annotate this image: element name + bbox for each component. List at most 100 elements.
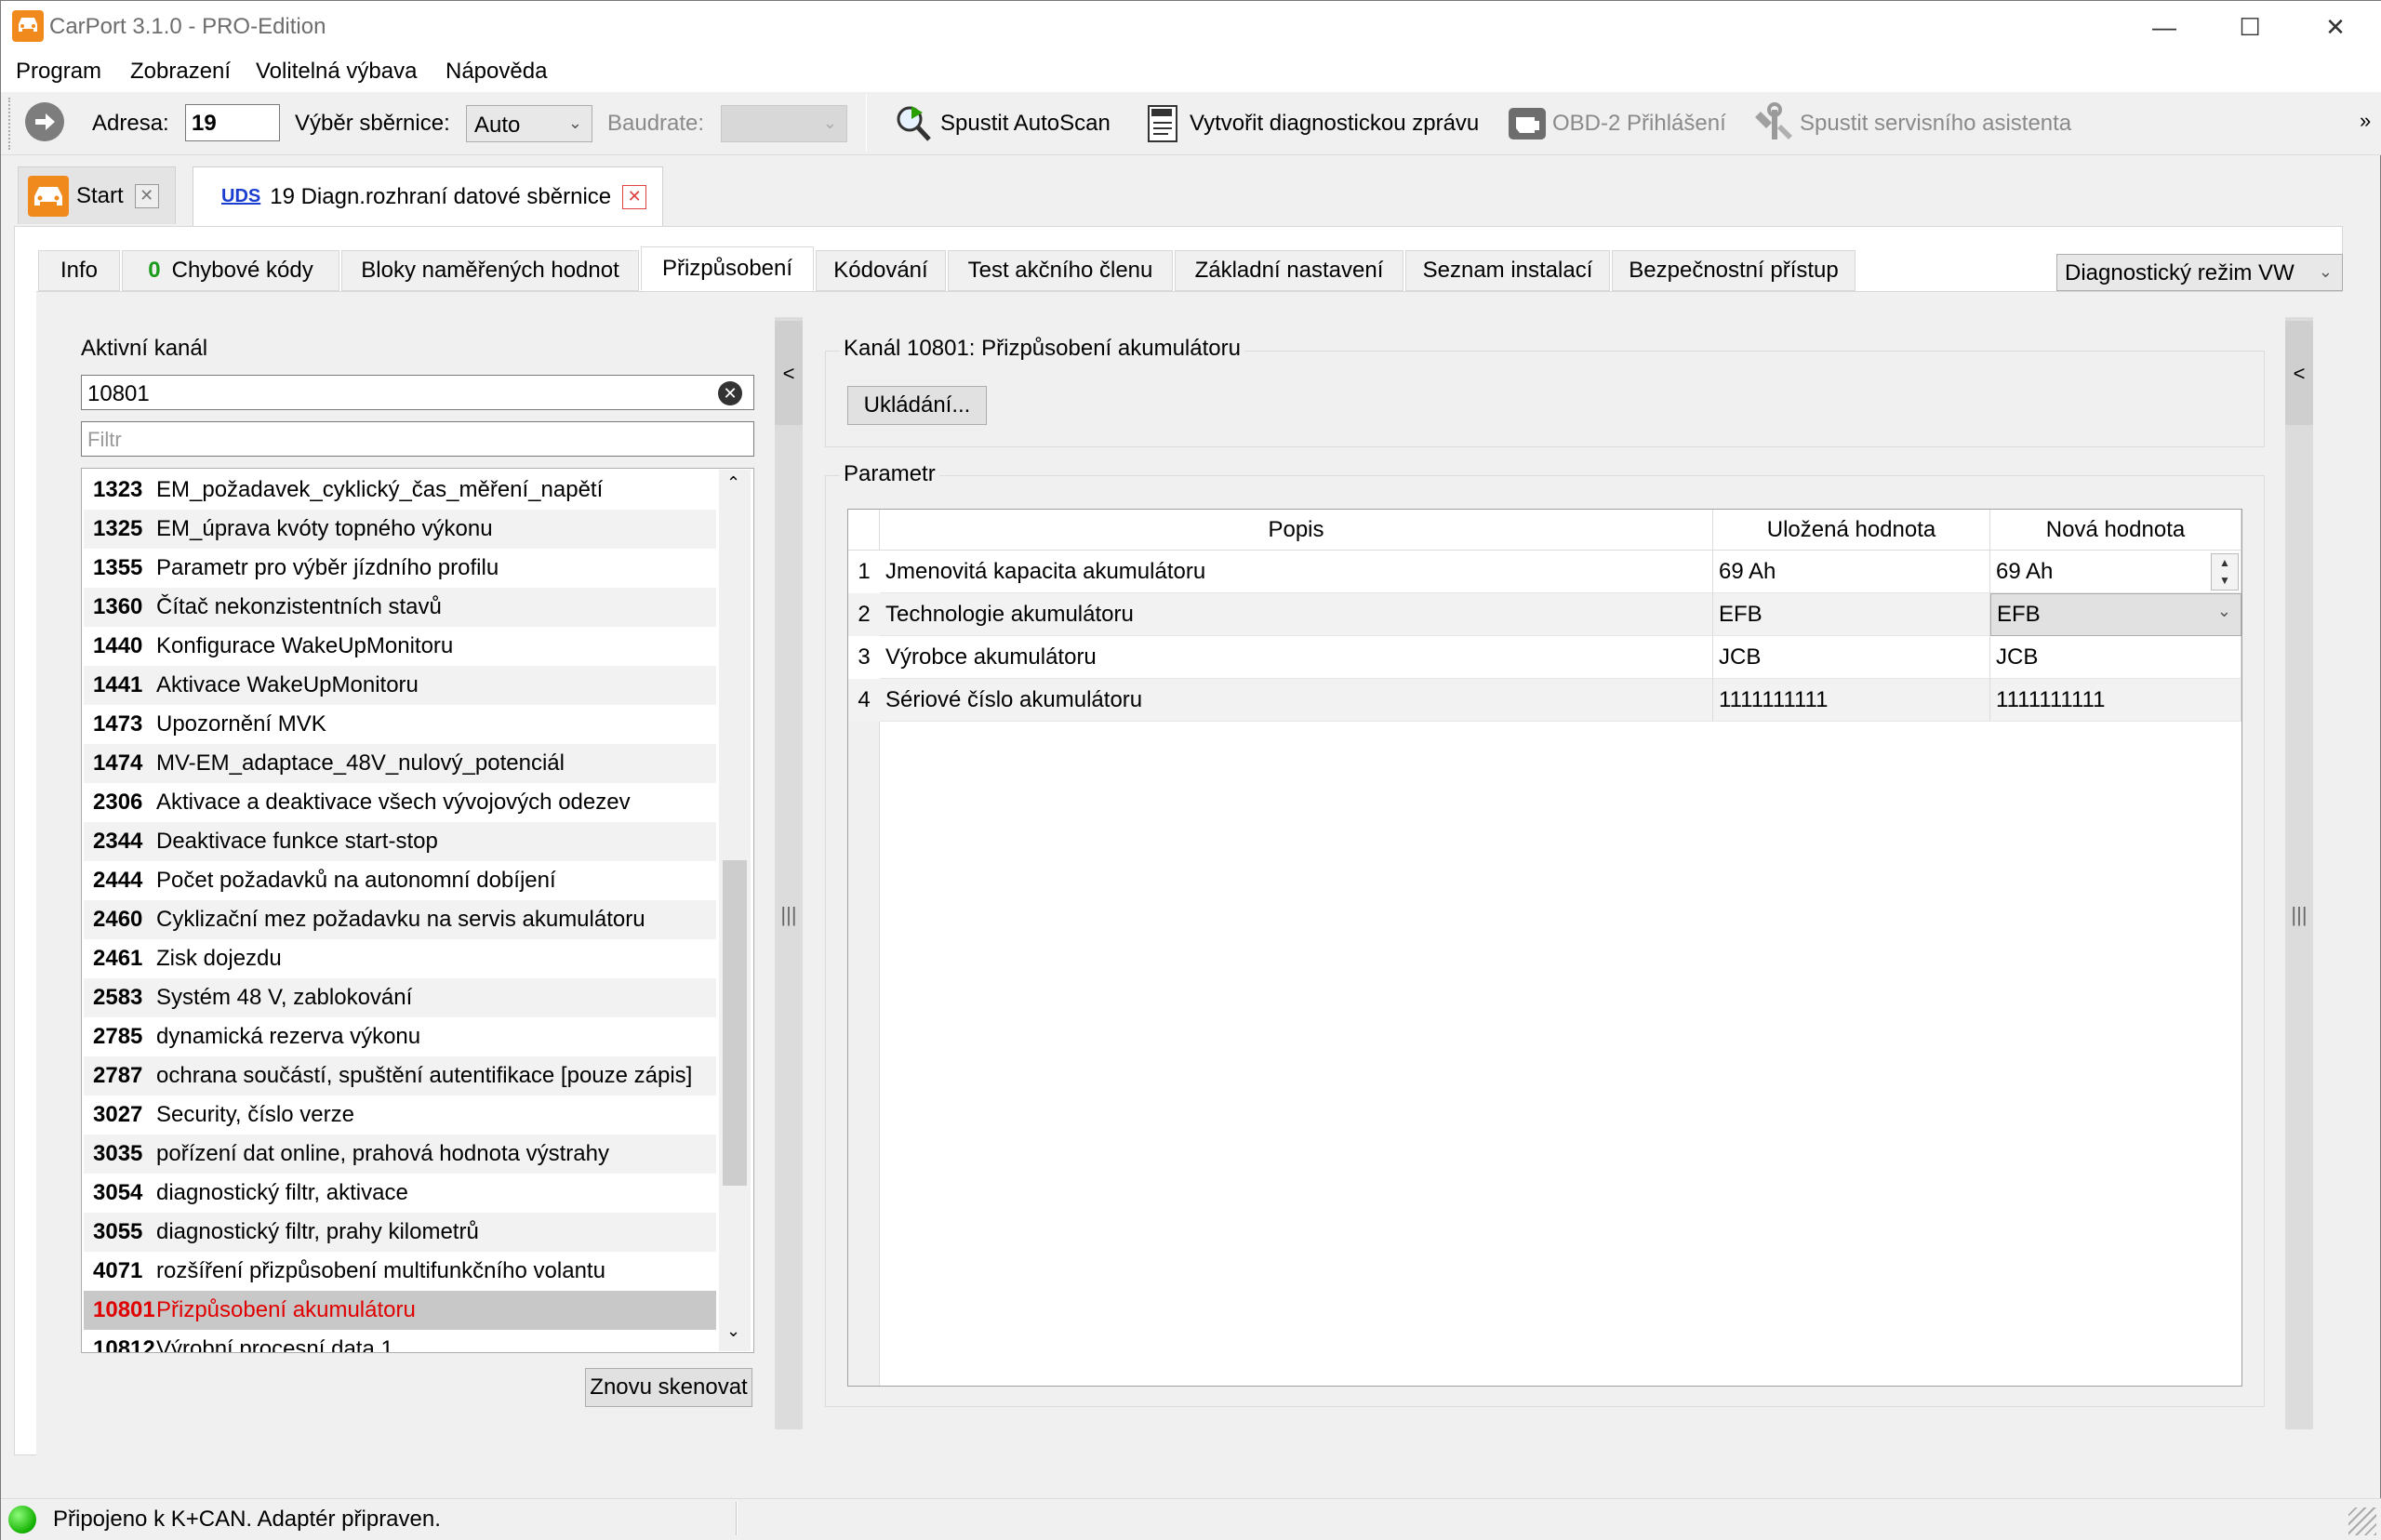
column-header-new-value[interactable]: Nová hodnota (1990, 510, 2241, 551)
right-splitter[interactable]: < ||| (2285, 317, 2313, 1429)
channel-list-item[interactable]: 2461 Zisk dojezdu (84, 939, 716, 978)
obd-login-button[interactable]: OBD-2 Přihlášení (1506, 98, 1726, 150)
tab-info[interactable]: Info (38, 250, 120, 291)
param-stored-value-cell[interactable]: 1111111111 (1713, 679, 1990, 722)
channel-list-item[interactable]: 4071 rozšíření přizpůsobení multifunkčníh… (84, 1252, 716, 1291)
channel-list-item[interactable]: 10801 Přizpůsobení akumulátoru (84, 1291, 716, 1330)
save-button[interactable]: Ukládání... (847, 386, 987, 425)
spinner-arrows-icon[interactable]: ▲ ▼ (2211, 553, 2239, 591)
go-arrow-button[interactable] (25, 102, 64, 141)
row-number[interactable]: 4 (848, 679, 880, 722)
tab-installation-list[interactable]: Seznam instalací (1405, 250, 1610, 291)
tab-actuator-test[interactable]: Test akčního členu (948, 250, 1173, 291)
channel-list-item[interactable]: 3035 pořízení dat online, prahová hodnota… (84, 1135, 716, 1174)
tab-adaptation[interactable]: Přizpůsobení (641, 246, 814, 291)
channel-list-item[interactable]: 1323 EM_požadavek_cyklický_čas_měření_nap… (84, 471, 716, 510)
channel-list-item[interactable]: 3054 diagnostický filtr, aktivace (84, 1174, 716, 1213)
doc-tab-start[interactable]: Start ✕ (18, 166, 176, 224)
tab-security-access[interactable]: Bezpečnostní přístup (1612, 250, 1856, 291)
channel-list-item[interactable]: 1355 Parametr pro výběr jízdního profilu (84, 549, 716, 588)
channel-list-item[interactable]: 1441 Aktivace WakeUpMonitoru (84, 666, 716, 705)
menu-optional-equipment[interactable]: Volitelná výbava (256, 59, 417, 85)
chevron-down-icon: ⌄ (567, 113, 582, 132)
magnifier-scan-icon (894, 102, 937, 145)
row-number[interactable]: 2 (848, 593, 880, 636)
autoscan-label: Spustit AutoScan (940, 111, 1111, 136)
scroll-up-icon[interactable]: ⌃ (726, 473, 740, 493)
param-new-value-cell[interactable]: 1111111111 (1990, 679, 2241, 722)
tab-measured-values[interactable]: Bloky naměřených hodnot (341, 250, 639, 291)
active-channel-label: Aktivní kanál (81, 336, 208, 361)
channel-list-item[interactable]: 1473 Upozornění MVK (84, 705, 716, 744)
tab-basic-settings[interactable]: Základní nastavení (1175, 250, 1403, 291)
param-description-cell[interactable]: Technologie akumulátoru (880, 593, 1713, 636)
minimize-button[interactable]: — (2122, 1, 2207, 53)
param-new-value-cell[interactable]: EFB ⌄ (1990, 593, 2241, 636)
param-stored-value-cell[interactable]: 69 Ah (1713, 551, 1990, 593)
close-tab-icon[interactable]: ✕ (622, 184, 647, 209)
channel-name: Aktivace a deaktivace všech vývojových o… (156, 790, 631, 815)
doc-tab-uds[interactable]: UDS 19 Diagn.rozhraní datové sběrnice ✕ (193, 166, 663, 226)
tab-installation-list-label: Seznam instalací (1422, 258, 1593, 283)
param-new-value-cell[interactable]: JCB (1990, 636, 2241, 679)
param-stored-value-cell[interactable]: JCB (1713, 636, 1990, 679)
channel-list-item[interactable]: 1440 Konfigurace WakeUpMonitoru (84, 627, 716, 666)
channel-list-item[interactable]: 2785 dynamická rezerva výkonu (84, 1017, 716, 1056)
param-new-value-cell[interactable]: 69 Ah ▲ ▼ (1990, 551, 2241, 593)
resize-grip-icon[interactable] (2348, 1507, 2376, 1535)
channel-list-item[interactable]: 2460 Cyklizační mez požadavku na servis a… (84, 900, 716, 939)
tab-actuator-test-label: Test akčního členu (967, 258, 1153, 283)
tab-coding[interactable]: Kódování (816, 250, 946, 291)
filter-input[interactable]: Filtr (81, 421, 754, 457)
scroll-down-icon[interactable]: ⌄ (726, 1321, 740, 1341)
rescan-button[interactable]: Znovu skenovat (585, 1368, 752, 1407)
toolbar-overflow-button[interactable]: » (2360, 109, 2371, 133)
collapse-left-arrow[interactable]: < (775, 321, 803, 425)
param-description-cell[interactable]: Jmenovitá kapacita akumulátoru (880, 551, 1713, 593)
channel-name: Parametr pro výběr jízdního profilu (156, 555, 499, 580)
diagnostic-mode-select[interactable]: Diagnostický režim VW ⌄ (2056, 254, 2343, 291)
autoscan-button[interactable]: Spustit AutoScan (894, 98, 1111, 150)
collapse-right-arrow[interactable]: < (2285, 321, 2313, 425)
param-stored-value-cell[interactable]: EFB (1713, 593, 1990, 636)
menu-view[interactable]: Zobrazení (130, 59, 231, 85)
channel-list-item[interactable]: 1325 EM_úprava kvóty topného výkonu (84, 510, 716, 549)
column-header-stored-value[interactable]: Uložená hodnota (1713, 510, 1990, 551)
channel-list-item[interactable]: 2583 Systém 48 V, zablokování (84, 978, 716, 1017)
active-channel-input[interactable]: 10801 ✕ (81, 375, 754, 410)
channel-list-item[interactable]: 10812 Výrobní procesní data 1 (84, 1330, 716, 1352)
channel-name: EM_požadavek_cyklický_čas_měření_napětí (156, 477, 604, 502)
channel-list-item[interactable]: 3055 diagnostický filtr, prahy kilometrů (84, 1213, 716, 1252)
tab-error-codes[interactable]: 0 Chybové kódy (122, 250, 339, 291)
service-assistant-button[interactable]: Spustit servisního asistenta (1753, 98, 2071, 150)
close-tab-icon[interactable]: ✕ (134, 183, 159, 208)
channel-list-item[interactable]: 2306 Aktivace a deaktivace všech vývojový… (84, 783, 716, 822)
channel-list-item[interactable]: 2444 Počet požadavků na autonomní dobíjen… (84, 861, 716, 900)
channel-list-item[interactable]: 2344 Deaktivace funkce start-stop (84, 822, 716, 861)
channel-list-item[interactable]: 3027 Security, číslo verze (84, 1095, 716, 1135)
baud-select[interactable]: ⌄ (721, 105, 847, 142)
channel-list-item[interactable]: 2787 ochrana součástí, spuštění autentifi… (84, 1056, 716, 1095)
channel-list: 1323 EM_požadavek_cyklický_čas_měření_nap… (81, 468, 754, 1353)
close-window-button[interactable]: ✕ (2293, 1, 2378, 53)
param-description-cell[interactable]: Výrobce akumulátoru (880, 636, 1713, 679)
left-splitter[interactable]: < ||| (775, 317, 803, 1429)
row-number[interactable]: 1 (848, 551, 880, 593)
channel-number: 1355 (93, 555, 143, 580)
clear-icon[interactable]: ✕ (718, 381, 742, 405)
create-report-button[interactable]: Vytvořit diagnostickou zprávu (1143, 98, 1479, 150)
channel-list-item[interactable]: 1474 MV-EM_adaptace_48V_nulový_potenciál (84, 744, 716, 783)
column-header-description[interactable]: Popis (880, 510, 1713, 551)
maximize-button[interactable]: ☐ (2207, 1, 2293, 53)
menu-program[interactable]: Program (16, 59, 101, 85)
scrollbar-thumb[interactable] (723, 860, 747, 1186)
channel-list-item[interactable]: 1360 Čítač nekonzistentních stavů (84, 588, 716, 627)
bus-select[interactable]: Auto ⌄ (466, 105, 592, 142)
channel-number: 2460 (93, 907, 143, 932)
menu-help[interactable]: Nápověda (446, 59, 547, 85)
address-input[interactable]: 19 (185, 104, 280, 141)
param-description-cell[interactable]: Sériové číslo akumulátoru (880, 679, 1713, 722)
row-number[interactable]: 3 (848, 636, 880, 679)
toolbar-grip[interactable] (8, 98, 14, 150)
channel-number: 2461 (93, 946, 143, 971)
